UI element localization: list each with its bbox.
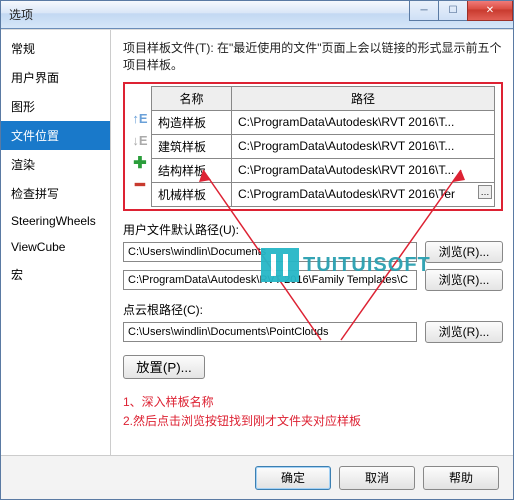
sidebar-item-render[interactable]: 渲染 [1, 150, 110, 179]
cloud-path-label: 点云根路径(C): [123, 301, 503, 318]
titlebar[interactable]: 选项 ─ ☐ ✕ [1, 1, 513, 29]
sidebar-item-file-locations[interactable]: 文件位置 [1, 121, 110, 150]
sidebar-item-steeringwheels[interactable]: SteeringWheels [1, 208, 110, 234]
close-button[interactable]: ✕ [467, 1, 513, 21]
table-row[interactable]: 构造样板 C:\ProgramData\Autodesk\RVT 2016\T.… [152, 110, 495, 134]
sidebar-item-viewcube[interactable]: ViewCube [1, 234, 110, 260]
move-down-button[interactable]: ↓E [131, 132, 149, 150]
sidebar-item-spellcheck[interactable]: 检查拼写 [1, 179, 110, 208]
col-name-header: 名称 [152, 86, 232, 110]
browse-cell-button[interactable]: … [478, 185, 492, 199]
options-dialog: 选项 ─ ☐ ✕ 常规 用户界面 图形 文件位置 渲染 检查拼写 Steerin… [0, 0, 514, 500]
template-table-wrap: ↑E ↓E ✚ ━ 名称 路径 构造样板 C:\ProgramData\Auto… [123, 82, 503, 211]
place-button[interactable]: 放置(P)... [123, 355, 205, 379]
table-row[interactable]: 机械样板 C:\ProgramData\Autodesk\RVT 2016\Te… [152, 182, 495, 206]
table-row[interactable]: 建筑样板 C:\ProgramData\Autodesk\RVT 2016\T.… [152, 134, 495, 158]
annotation-text: 1、深入样板名称 2.然后点击浏览按钮找到刚才文件夹对应样板 [123, 393, 503, 431]
window-title: 选项 [9, 6, 33, 23]
sidebar-item-general[interactable]: 常规 [1, 34, 110, 63]
table-row[interactable]: 结构样板 C:\ProgramData\Autodesk\RVT 2016\T.… [152, 158, 495, 182]
footer: 确定 取消 帮助 [1, 455, 513, 499]
description-text: 项目样板文件(T): 在"最近使用的文件"页面上会以链接的形式显示前五个项目样板… [123, 40, 503, 74]
cancel-button[interactable]: 取消 [339, 466, 415, 490]
sidebar-item-graphics[interactable]: 图形 [1, 92, 110, 121]
ok-button[interactable]: 确定 [255, 466, 331, 490]
maximize-button[interactable]: ☐ [438, 1, 468, 21]
sidebar: 常规 用户界面 图形 文件位置 渲染 检查拼写 SteeringWheels V… [1, 30, 111, 455]
browse-button[interactable]: 浏览(R)... [425, 269, 503, 291]
col-path-header: 路径 [232, 86, 495, 110]
main-panel: 项目样板文件(T): 在"最近使用的文件"页面上会以链接的形式显示前五个项目样板… [111, 30, 513, 455]
remove-button[interactable]: ━ [131, 176, 149, 194]
sidebar-item-macro[interactable]: 宏 [1, 260, 110, 289]
cloud-path-input[interactable]: C:\Users\windlin\Documents\PointClouds [123, 322, 417, 342]
sidebar-item-ui[interactable]: 用户界面 [1, 63, 110, 92]
family-path-input[interactable]: C:\ProgramData\Autodesk\RVT 2016\Family … [123, 270, 417, 290]
user-path-label: 用户文件默认路径(U): [123, 221, 503, 238]
add-button[interactable]: ✚ [131, 154, 149, 172]
move-up-button[interactable]: ↑E [131, 110, 149, 128]
browse-button[interactable]: 浏览(R)... [425, 321, 503, 343]
template-table: 名称 路径 构造样板 C:\ProgramData\Autodesk\RVT 2… [151, 86, 495, 207]
minimize-button[interactable]: ─ [409, 1, 439, 21]
user-path-input[interactable]: C:\Users\windlin\Documents [123, 242, 417, 262]
browse-button[interactable]: 浏览(R)... [425, 241, 503, 263]
help-button[interactable]: 帮助 [423, 466, 499, 490]
